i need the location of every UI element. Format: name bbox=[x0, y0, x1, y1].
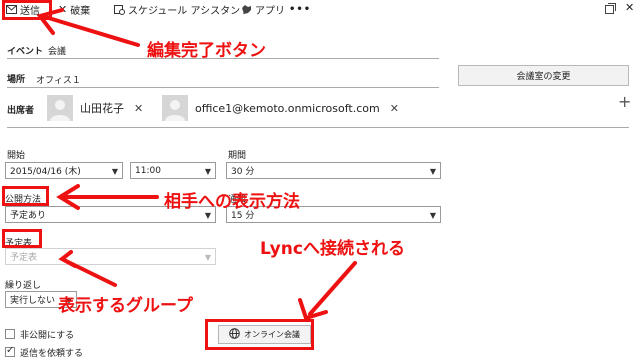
apps-button[interactable]: アプリ bbox=[241, 2, 285, 17]
window-close-icon[interactable]: ✕ bbox=[625, 1, 634, 14]
attendee-chip[interactable]: 山田花子 ✕ bbox=[47, 95, 143, 121]
online-meeting-highlight-box bbox=[205, 319, 314, 350]
change-room-button[interactable]: 会議室の変更 bbox=[458, 65, 629, 86]
duration-value: 30 分 bbox=[231, 167, 255, 177]
close-icon: ✕ bbox=[58, 2, 68, 16]
attendee-name: 山田花子 bbox=[80, 102, 124, 115]
discard-button[interactable]: ✕ 破棄 bbox=[58, 2, 91, 17]
calendar-value: 予定表 bbox=[10, 253, 38, 263]
private-label: 非公開にする bbox=[20, 331, 75, 341]
private-checkbox[interactable] bbox=[5, 329, 15, 339]
calendar-select: 予定表 ▼ bbox=[5, 248, 216, 265]
display-group-annotation: 表示するグループ bbox=[58, 296, 193, 316]
event-value[interactable]: 会議 bbox=[48, 44, 66, 57]
scheduling-assistant-button[interactable]: スケジュール アシスタント bbox=[114, 2, 251, 17]
add-attendee-icon[interactable]: + bbox=[618, 92, 631, 111]
discard-label: 破棄 bbox=[70, 5, 91, 17]
popout-icon[interactable] bbox=[605, 3, 616, 17]
attendee-name: office1@kemoto.onmicrosoft.com bbox=[195, 101, 380, 115]
event-label: イベント bbox=[7, 47, 44, 57]
arrow-send bbox=[40, 14, 140, 47]
apps-label: アプリ bbox=[255, 5, 285, 17]
calendar-clock-icon bbox=[114, 4, 125, 15]
send-highlight-box bbox=[2, 0, 52, 20]
attendees-underline bbox=[7, 127, 629, 128]
puzzle-icon bbox=[241, 4, 252, 15]
location-value[interactable]: オフィス１ bbox=[36, 73, 81, 86]
duration-label: 期間 bbox=[228, 151, 247, 161]
scheduling-label: スケジュール アシスタント bbox=[128, 5, 251, 17]
start-date-value: 2015/04/16 (木) bbox=[10, 167, 81, 177]
start-label: 開始 bbox=[7, 151, 26, 161]
arrow-online bbox=[308, 261, 357, 316]
repeat-value: 実行しない bbox=[10, 296, 56, 306]
attendee-chip[interactable]: office1@kemoto.onmicrosoft.com ✕ bbox=[162, 95, 399, 121]
calendar-highlight-box bbox=[2, 229, 42, 248]
location-underline bbox=[7, 87, 439, 88]
show-as-value: 予定あり bbox=[10, 211, 47, 221]
chevron-down-icon: ▼ bbox=[429, 211, 436, 220]
toolbar: 送信 ✕ 破棄 スケジュール アシスタント アプリ ••• ✕ bbox=[0, 0, 640, 18]
request-response-checkbox[interactable] bbox=[5, 345, 15, 357]
chevron-down-icon: ▼ bbox=[429, 167, 436, 176]
attendees-label: 出席者 bbox=[7, 106, 35, 116]
remove-attendee-icon[interactable]: ✕ bbox=[390, 102, 399, 115]
chevron-down-icon: ▼ bbox=[111, 167, 118, 176]
duration-select[interactable]: 30 分 ▼ bbox=[226, 162, 441, 179]
lync-annotation: Lyncへ接続される bbox=[260, 239, 405, 259]
start-date-select[interactable]: 2015/04/16 (木) ▼ bbox=[5, 162, 123, 179]
chevron-down-icon: ▼ bbox=[204, 253, 211, 262]
repeat-label: 繰り返し bbox=[5, 281, 42, 291]
chevron-down-icon: ▼ bbox=[204, 211, 211, 220]
start-time-value: 11:00 bbox=[135, 165, 161, 176]
avatar bbox=[47, 95, 73, 121]
more-button[interactable]: ••• bbox=[289, 2, 311, 16]
edit-complete-annotation: 編集完了ボタン bbox=[147, 41, 266, 61]
location-label: 場所 bbox=[7, 75, 26, 85]
chevron-down-icon: ▼ bbox=[204, 167, 211, 176]
start-time-select[interactable]: 11:00 ▼ bbox=[130, 162, 216, 179]
show-as-highlight-box bbox=[2, 186, 49, 206]
show-as-annotation: 相手への表示方法 bbox=[164, 192, 300, 212]
avatar bbox=[162, 95, 188, 121]
request-response-label: 返信を依頼する bbox=[20, 349, 84, 359]
remove-attendee-icon[interactable]: ✕ bbox=[134, 102, 143, 115]
